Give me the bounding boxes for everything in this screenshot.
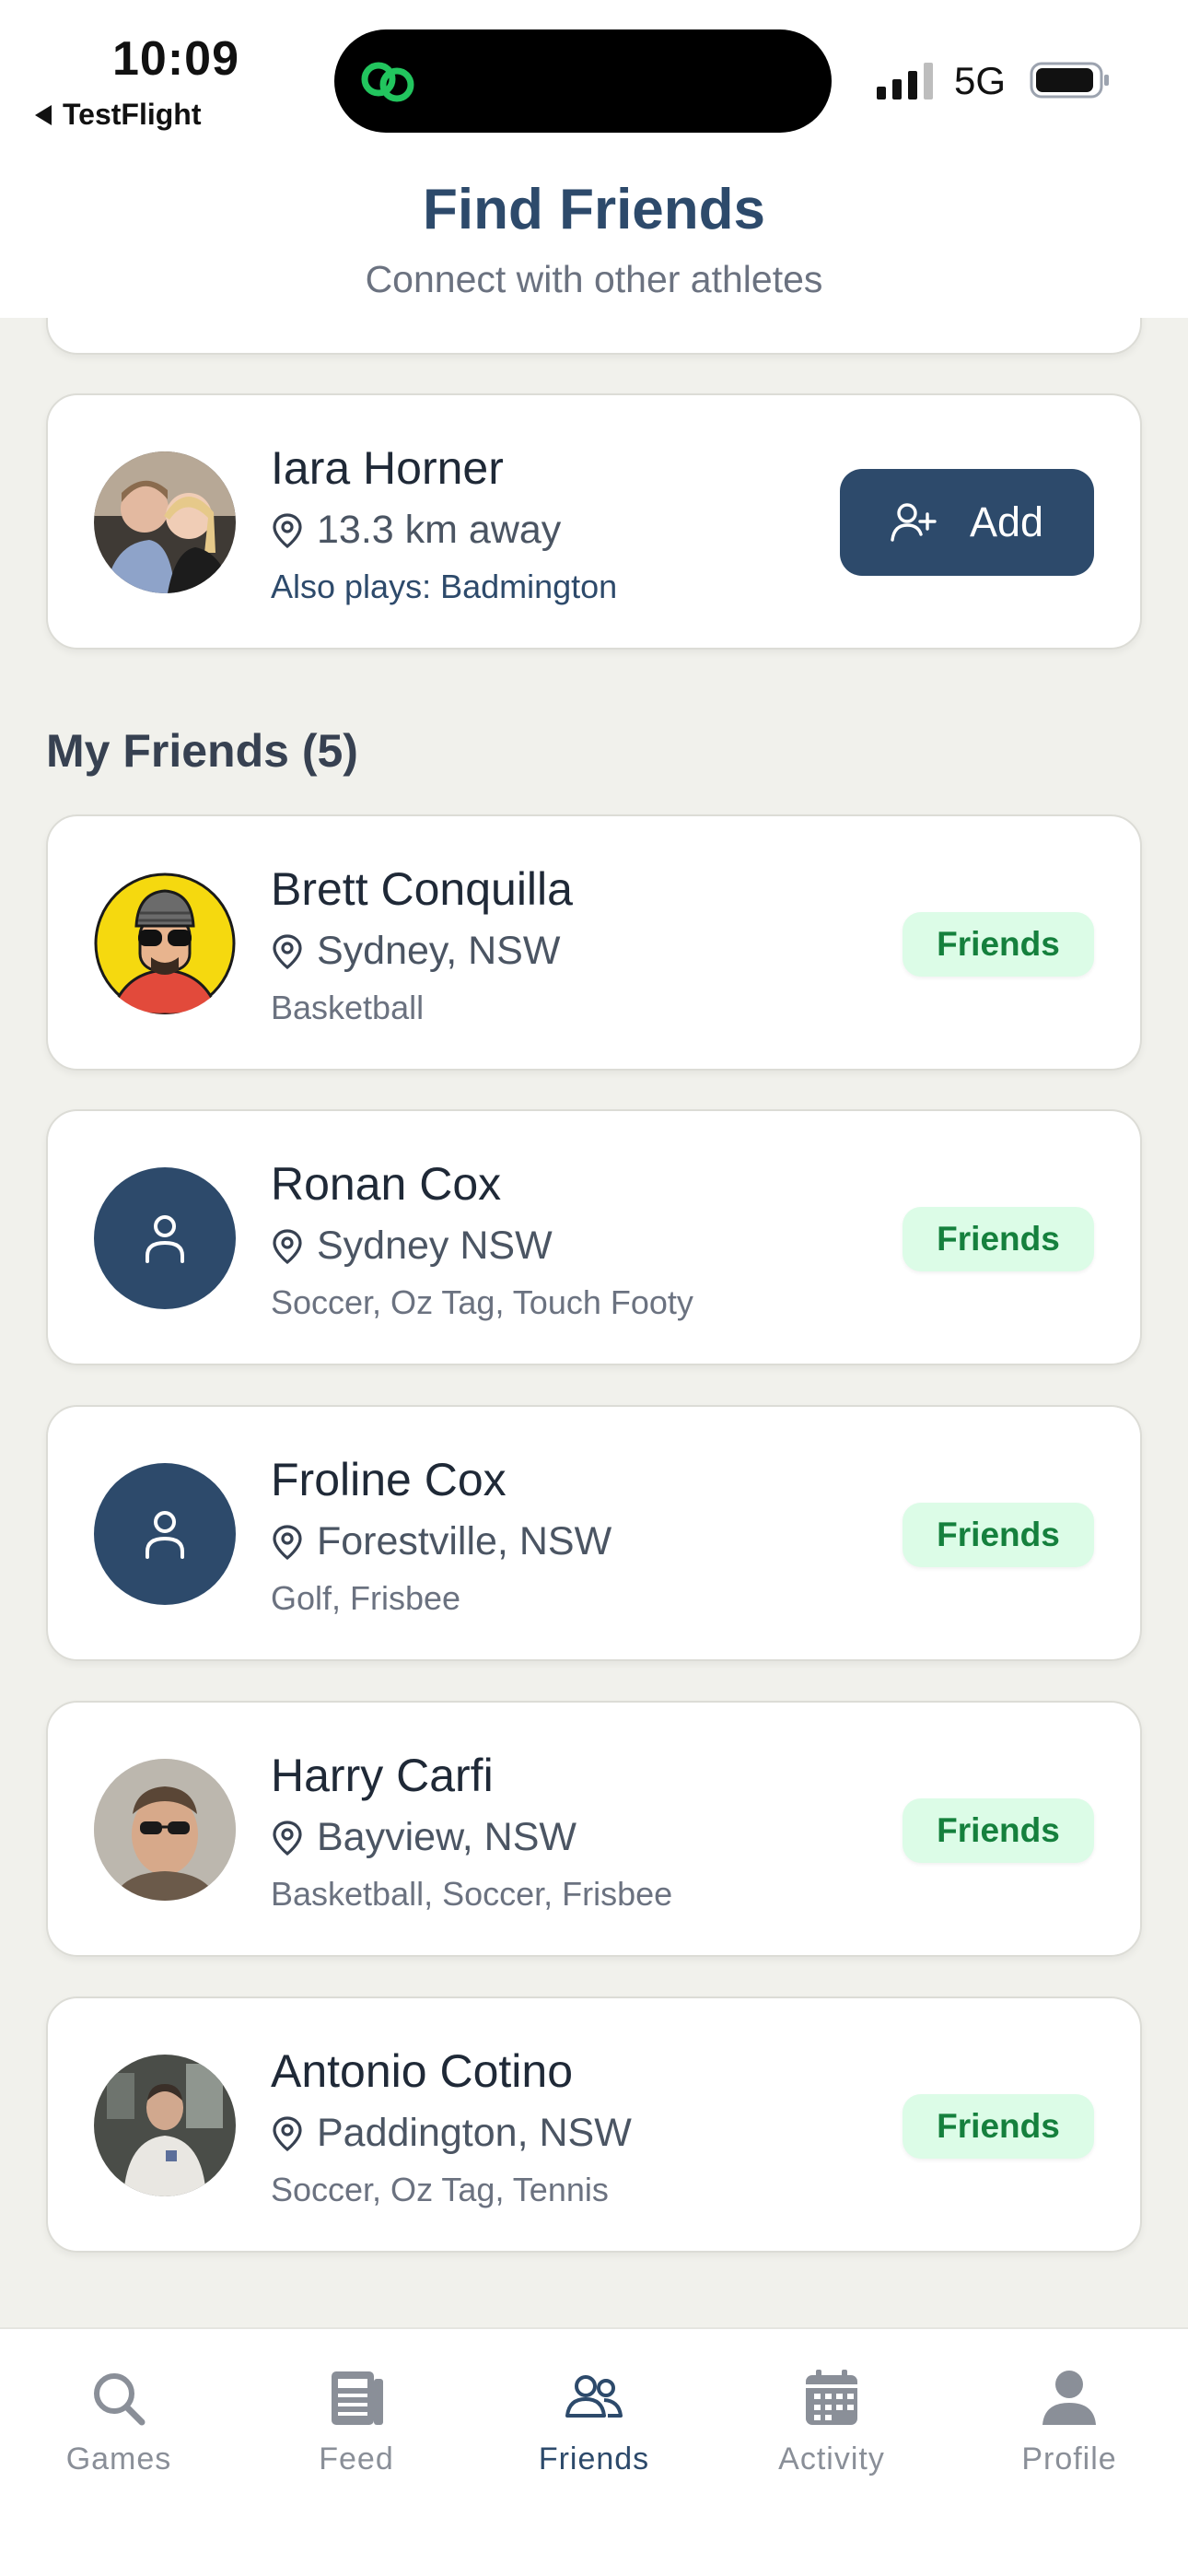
friend-name: Ronan Cox xyxy=(271,1158,502,1210)
friend-sports: Golf, Frisbee xyxy=(271,1579,461,1617)
dynamic-island xyxy=(334,29,832,133)
location-pin-icon xyxy=(273,1228,302,1264)
tab-label: Games xyxy=(65,2441,172,2476)
search-icon xyxy=(94,2373,146,2426)
friend-location: Bayview, NSW xyxy=(317,1815,577,1859)
friends-icon xyxy=(565,2375,623,2418)
calendar-icon xyxy=(806,2370,857,2425)
avatar xyxy=(94,872,236,1014)
tab-feed[interactable]: Feed xyxy=(238,2348,475,2513)
friend-sports: Soccer, Oz Tag, Touch Footy xyxy=(271,1283,693,1321)
user-placeholder-icon xyxy=(146,1511,184,1559)
network-label: 5G xyxy=(954,59,1007,102)
tab-label: Feed xyxy=(319,2441,394,2476)
add-button-label: Add xyxy=(969,498,1044,545)
friends-status-badge: Friends xyxy=(903,2094,1094,2159)
back-arrow-icon xyxy=(35,104,52,125)
avatar xyxy=(94,1759,236,1901)
tab-label: Activity xyxy=(778,2441,885,2476)
battery-icon xyxy=(1030,62,1109,99)
signal-icon xyxy=(877,61,933,100)
location-row: Bayview, NSW xyxy=(271,1815,577,1860)
friend-sports: Soccer, Oz Tag, Tennis xyxy=(271,2171,609,2208)
add-friend-button[interactable]: Add xyxy=(840,469,1094,576)
back-to-testflight[interactable]: TestFlight xyxy=(35,98,202,132)
location-pin-icon xyxy=(273,933,302,969)
friend-location: Paddington, NSW xyxy=(317,2111,632,2155)
avatar xyxy=(94,1167,236,1309)
friend-location: Forestville, NSW xyxy=(317,1519,612,1563)
tab-label: Friends xyxy=(538,2441,650,2476)
location-row: Paddington, NSW xyxy=(271,2111,632,2156)
location-pin-icon xyxy=(273,2115,302,2151)
friend-card[interactable]: Froline Cox Forestville, NSW Golf, Frisb… xyxy=(46,1405,1142,1661)
suggestion-name: Iara Horner xyxy=(271,442,504,494)
tab-bar: Games Feed Friends Activity Profile xyxy=(0,2327,1188,2576)
friend-name: Antonio Cotino xyxy=(271,2045,574,2097)
suggestion-card[interactable]: Iara Horner 13.3 km away Also plays: Bad… xyxy=(46,393,1142,650)
friend-location: Sydney NSW xyxy=(317,1224,553,1268)
back-label: TestFlight xyxy=(63,98,202,131)
friend-name: Froline Cox xyxy=(271,1454,507,1505)
friend-name: Harry Carfi xyxy=(271,1750,494,1801)
avatar xyxy=(94,1463,236,1605)
header: 10:09 TestFlight 5G Find Friends Connect… xyxy=(0,0,1188,318)
page-title: Find Friends xyxy=(423,178,765,241)
link-icon xyxy=(361,62,414,102)
tab-activity[interactable]: Activity xyxy=(713,2348,950,2513)
tab-games[interactable]: Games xyxy=(0,2348,238,2513)
friends-status-badge: Friends xyxy=(903,1503,1094,1567)
friend-sports: Basketball, Soccer, Frisbee xyxy=(271,1875,673,1913)
avatar xyxy=(94,451,236,593)
location-row: Sydney, NSW xyxy=(271,929,560,974)
distance-row: 13.3 km away xyxy=(271,508,561,553)
person-icon xyxy=(1042,2371,1096,2425)
friend-sports: Basketball xyxy=(271,989,425,1026)
tab-friends[interactable]: Friends xyxy=(475,2348,713,2513)
suggestion-distance: 13.3 km away xyxy=(317,508,562,552)
also-plays: Also plays: Badmington xyxy=(271,568,618,605)
location-pin-icon xyxy=(273,1820,302,1856)
location-row: Sydney NSW xyxy=(271,1224,553,1269)
location-row: Forestville, NSW xyxy=(271,1519,611,1564)
user-placeholder-icon xyxy=(146,1215,184,1263)
tab-profile[interactable]: Profile xyxy=(950,2348,1188,2513)
friends-status-badge: Friends xyxy=(903,912,1094,977)
friends-status-badge: Friends xyxy=(903,1207,1094,1271)
tab-label: Profile xyxy=(1021,2441,1117,2476)
section-title: My Friends (5) xyxy=(46,725,358,777)
page-subtitle: Connect with other athletes xyxy=(365,258,823,300)
add-user-icon xyxy=(891,503,937,542)
friend-name: Brett Conquilla xyxy=(271,863,573,915)
friend-location: Sydney, NSW xyxy=(317,929,561,973)
friend-card[interactable]: Ronan Cox Sydney NSW Soccer, Oz Tag, Tou… xyxy=(46,1109,1142,1365)
friend-card[interactable]: Brett Conquilla Sydney, NSW Basketball F… xyxy=(46,814,1142,1071)
status-time: 10:09 xyxy=(112,32,239,86)
feed-icon xyxy=(332,2371,383,2425)
friend-card[interactable]: Antonio Cotino Paddington, NSW Soccer, O… xyxy=(46,1996,1142,2253)
location-pin-icon xyxy=(273,512,302,548)
friend-card[interactable]: Harry Carfi Bayview, NSW Basketball, Soc… xyxy=(46,1701,1142,1957)
location-pin-icon xyxy=(273,1524,302,1560)
friends-status-badge: Friends xyxy=(903,1798,1094,1863)
avatar xyxy=(94,2055,236,2196)
